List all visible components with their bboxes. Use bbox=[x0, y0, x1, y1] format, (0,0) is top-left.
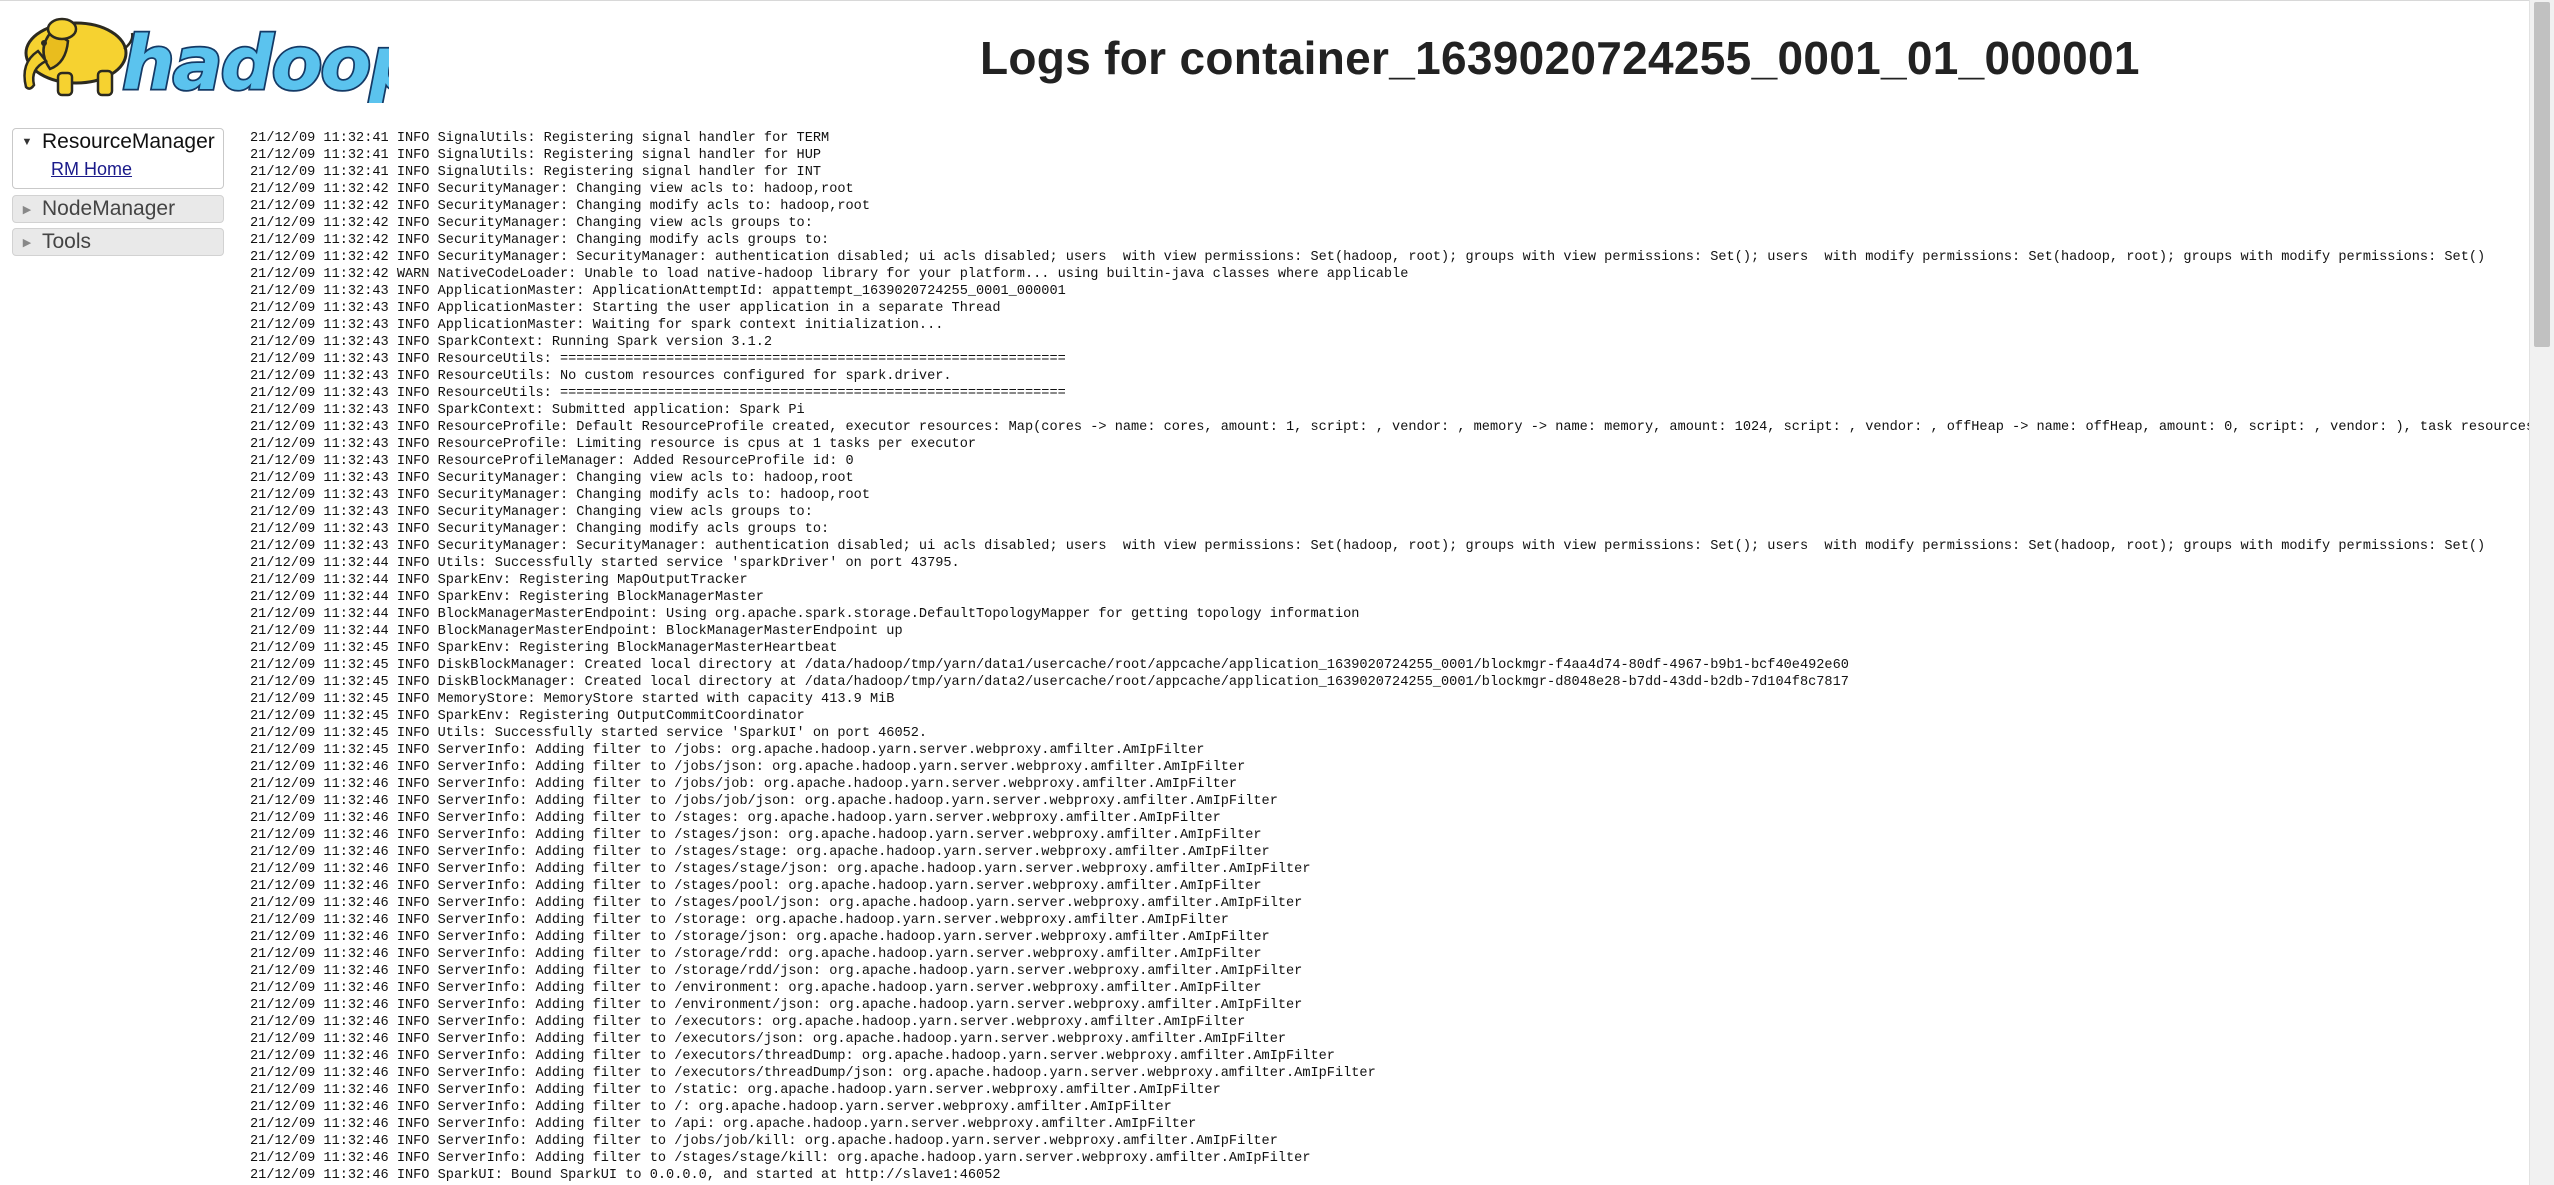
log-line: 21/12/09 11:32:46 INFO ServerInfo: Addin… bbox=[250, 896, 1303, 911]
log-line: 21/12/09 11:32:46 INFO ServerInfo: Addin… bbox=[250, 1100, 1172, 1115]
log-line: 21/12/09 11:32:46 INFO ServerInfo: Addin… bbox=[250, 811, 1221, 826]
log-line: 21/12/09 11:32:46 INFO ServerInfo: Addin… bbox=[250, 845, 1270, 860]
nav-label-resourcemanager: ResourceManager bbox=[42, 130, 215, 153]
nav-items-resourcemanager: RM Home bbox=[13, 155, 223, 188]
log-line: 21/12/09 11:32:43 INFO ResourceUtils: No… bbox=[250, 369, 952, 384]
triangle-right-icon: ▶ bbox=[22, 236, 32, 249]
triangle-down-icon: ▼ bbox=[21, 136, 33, 148]
log-line: 21/12/09 11:32:45 INFO SparkEnv: Registe… bbox=[250, 641, 838, 656]
log-line: 21/12/09 11:32:46 INFO ServerInfo: Addin… bbox=[250, 760, 1246, 775]
log-line: 21/12/09 11:32:43 INFO SecurityManager: … bbox=[250, 471, 854, 486]
log-line: 21/12/09 11:32:46 INFO ServerInfo: Addin… bbox=[250, 777, 1238, 792]
log-line: 21/12/09 11:32:46 INFO ServerInfo: Addin… bbox=[250, 930, 1270, 945]
log-line: 21/12/09 11:32:46 INFO ServerInfo: Addin… bbox=[250, 1066, 1376, 1081]
log-line: 21/12/09 11:32:41 INFO SignalUtils: Regi… bbox=[250, 131, 830, 146]
log-line: 21/12/09 11:32:43 INFO ResourceProfile: … bbox=[250, 420, 2530, 435]
log-line: 21/12/09 11:32:43 INFO SecurityManager: … bbox=[250, 488, 870, 503]
log-line: 21/12/09 11:32:43 INFO ResourceUtils: ==… bbox=[250, 352, 1066, 367]
log-line: 21/12/09 11:32:43 INFO ResourceProfile: … bbox=[250, 437, 977, 452]
logo-text: hadoop bbox=[122, 21, 389, 103]
log-line: 21/12/09 11:32:43 INFO ResourceUtils: ==… bbox=[250, 386, 1066, 401]
log-line: 21/12/09 11:32:45 INFO MemoryStore: Memo… bbox=[250, 692, 895, 707]
log-line: 21/12/09 11:32:46 INFO ServerInfo: Addin… bbox=[250, 828, 1262, 843]
log-line: 21/12/09 11:32:46 INFO ServerInfo: Addin… bbox=[250, 1015, 1246, 1030]
log-line: 21/12/09 11:32:46 INFO ServerInfo: Addin… bbox=[250, 879, 1262, 894]
log-line: 21/12/09 11:32:41 INFO SignalUtils: Regi… bbox=[250, 165, 822, 180]
nav-head-resourcemanager[interactable]: ▼ ResourceManager bbox=[13, 129, 223, 155]
log-line: 21/12/09 11:32:46 INFO ServerInfo: Addin… bbox=[250, 981, 1262, 996]
log-line: 21/12/09 11:32:44 INFO SparkEnv: Registe… bbox=[250, 590, 764, 605]
vertical-scrollbar[interactable] bbox=[2529, 0, 2554, 1185]
log-line: 21/12/09 11:32:42 INFO SecurityManager: … bbox=[250, 182, 854, 197]
page: hadoop Logs for container_1639020724255_… bbox=[0, 0, 2554, 1185]
log-line: 21/12/09 11:32:46 INFO ServerInfo: Addin… bbox=[250, 1049, 1335, 1064]
log-line: 21/12/09 11:32:43 INFO SparkContext: Sub… bbox=[250, 403, 805, 418]
log-line: 21/12/09 11:32:44 INFO SparkEnv: Registe… bbox=[250, 573, 748, 588]
hadoop-elephant-logo-icon: hadoop bbox=[23, 17, 424, 109]
log-line: 21/12/09 11:32:46 INFO ServerInfo: Addin… bbox=[250, 1032, 1287, 1047]
log-line: 21/12/09 11:32:44 INFO BlockManagerMaste… bbox=[250, 624, 903, 639]
log-line: 21/12/09 11:32:43 INFO SecurityManager: … bbox=[250, 505, 813, 520]
log-line: 21/12/09 11:32:45 INFO DiskBlockManager:… bbox=[250, 658, 1849, 673]
log-line: 21/12/09 11:32:43 INFO SparkContext: Run… bbox=[250, 335, 773, 350]
log-line: 21/12/09 11:32:42 INFO SecurityManager: … bbox=[250, 233, 830, 248]
log-line: 21/12/09 11:32:43 INFO ApplicationMaster… bbox=[250, 301, 1001, 316]
header: hadoop Logs for container_1639020724255_… bbox=[0, 0, 2530, 119]
scrollbar-thumb[interactable] bbox=[2534, 2, 2550, 347]
nav-group-nodemanager: ▶ NodeManager bbox=[12, 195, 224, 223]
log-line: 21/12/09 11:32:44 INFO BlockManagerMaste… bbox=[250, 607, 1360, 622]
log-line: 21/12/09 11:32:45 INFO DiskBlockManager:… bbox=[250, 675, 1849, 690]
log-line: 21/12/09 11:32:43 INFO ApplicationMaster… bbox=[250, 284, 1066, 299]
log-line: 21/12/09 11:32:43 INFO ResourceProfileMa… bbox=[250, 454, 854, 469]
log-line: 21/12/09 11:32:45 INFO ServerInfo: Addin… bbox=[250, 743, 1205, 758]
log-line: 21/12/09 11:32:43 INFO SecurityManager: … bbox=[250, 539, 2486, 554]
log-line: 21/12/09 11:32:46 INFO ServerInfo: Addin… bbox=[250, 1083, 1221, 1098]
log-line: 21/12/09 11:32:43 INFO SecurityManager: … bbox=[250, 522, 830, 537]
log-line: 21/12/09 11:32:42 INFO SecurityManager: … bbox=[250, 216, 813, 231]
nav-group-resourcemanager: ▼ ResourceManager RM Home bbox=[12, 128, 224, 189]
log-line: 21/12/09 11:32:45 INFO Utils: Successful… bbox=[250, 726, 928, 741]
log-line: 21/12/09 11:32:42 WARN NativeCodeLoader:… bbox=[250, 267, 1409, 282]
nav-head-tools[interactable]: ▶ Tools bbox=[13, 229, 223, 255]
log-line: 21/12/09 11:32:46 INFO ServerInfo: Addin… bbox=[250, 1151, 1311, 1166]
log-output: 21/12/09 11:32:41 INFO SignalUtils: Regi… bbox=[250, 130, 2530, 1185]
nav-group-tools: ▶ Tools bbox=[12, 228, 224, 256]
log-line: 21/12/09 11:32:46 INFO ServerInfo: Addin… bbox=[250, 947, 1262, 962]
triangle-right-icon: ▶ bbox=[22, 203, 32, 216]
hadoop-logo[interactable]: hadoop bbox=[14, 11, 424, 109]
log-line: 21/12/09 11:32:46 INFO ServerInfo: Addin… bbox=[250, 1134, 1278, 1149]
page-title: Logs for container_1639020724255_0001_01… bbox=[980, 32, 2140, 84]
log-line: 21/12/09 11:32:45 INFO SparkEnv: Registe… bbox=[250, 709, 805, 724]
log-line: 21/12/09 11:32:46 INFO SparkUI: Bound Sp… bbox=[250, 1168, 1001, 1183]
log-line: 21/12/09 11:32:41 INFO SignalUtils: Regi… bbox=[250, 148, 822, 163]
log-line: 21/12/09 11:32:46 INFO ServerInfo: Addin… bbox=[250, 998, 1303, 1013]
log-line: 21/12/09 11:32:46 INFO ServerInfo: Addin… bbox=[250, 1117, 1197, 1132]
nav-label-tools: Tools bbox=[42, 230, 92, 253]
sidebar-nav: ▼ ResourceManager RM Home ▶ NodeManager … bbox=[12, 128, 224, 261]
log-line: 21/12/09 11:32:43 INFO ApplicationMaster… bbox=[250, 318, 944, 333]
nav-head-nodemanager[interactable]: ▶ NodeManager bbox=[13, 196, 223, 222]
log-line: 21/12/09 11:32:44 INFO Utils: Successful… bbox=[250, 556, 960, 571]
log-line: 21/12/09 11:32:42 INFO SecurityManager: … bbox=[250, 250, 2486, 265]
rm-home-link[interactable]: RM Home bbox=[51, 159, 132, 180]
log-line: 21/12/09 11:32:46 INFO ServerInfo: Addin… bbox=[250, 964, 1303, 979]
nav-label-nodemanager: NodeManager bbox=[42, 197, 176, 220]
log-line: 21/12/09 11:32:46 INFO ServerInfo: Addin… bbox=[250, 862, 1311, 877]
log-line: 21/12/09 11:32:46 INFO ServerInfo: Addin… bbox=[250, 913, 1229, 928]
log-line: 21/12/09 11:32:46 INFO ServerInfo: Addin… bbox=[250, 794, 1278, 809]
log-line: 21/12/09 11:32:42 INFO SecurityManager: … bbox=[250, 199, 870, 214]
